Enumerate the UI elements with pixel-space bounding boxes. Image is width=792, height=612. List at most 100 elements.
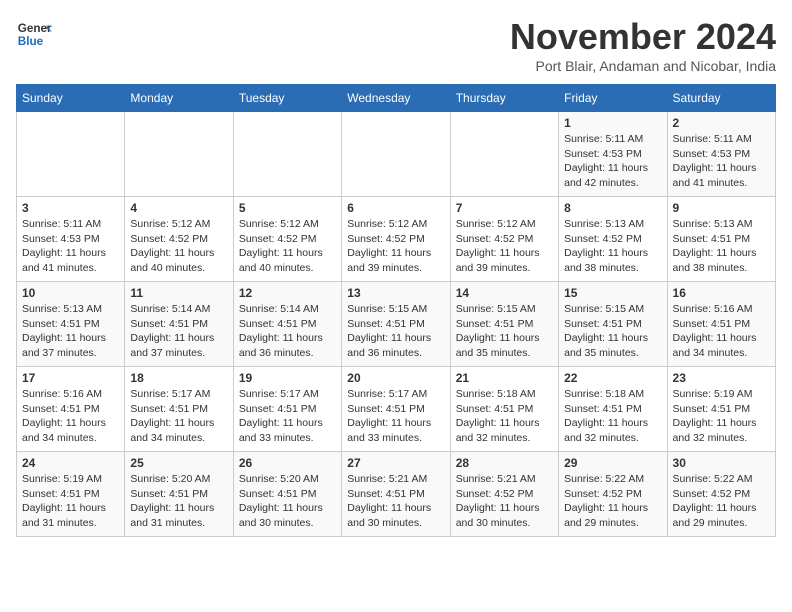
day-info: Sunrise: 5:15 AM Sunset: 4:51 PM Dayligh… xyxy=(564,302,661,361)
day-info: Sunrise: 5:22 AM Sunset: 4:52 PM Dayligh… xyxy=(564,472,661,531)
location-title: Port Blair, Andaman and Nicobar, India xyxy=(510,58,776,74)
day-info: Sunrise: 5:12 AM Sunset: 4:52 PM Dayligh… xyxy=(347,217,444,276)
day-info: Sunrise: 5:13 AM Sunset: 4:51 PM Dayligh… xyxy=(22,302,119,361)
calendar-cell: 11Sunrise: 5:14 AM Sunset: 4:51 PM Dayli… xyxy=(125,282,233,367)
day-info: Sunrise: 5:16 AM Sunset: 4:51 PM Dayligh… xyxy=(673,302,770,361)
calendar-cell: 18Sunrise: 5:17 AM Sunset: 4:51 PM Dayli… xyxy=(125,367,233,452)
calendar-cell: 29 Sunrise: 5:22 AM Sunset: 4:52 PM Dayli… xyxy=(559,452,667,537)
day-info: Sunrise: 5:15 AM Sunset: 4:51 PM Dayligh… xyxy=(456,302,553,361)
weekday-header-saturday: Saturday xyxy=(667,85,775,112)
day-number: 24 xyxy=(22,456,119,470)
calendar-cell: 14 Sunrise: 5:15 AM Sunset: 4:51 PM Dayli… xyxy=(450,282,558,367)
day-number: 17 xyxy=(22,371,119,385)
day-info: Sunrise: 5:17 AM Sunset: 4:51 PM Dayligh… xyxy=(347,387,444,446)
day-info: Sunrise: 5:12 AM Sunset: 4:52 PM Dayligh… xyxy=(130,217,227,276)
svg-text:Blue: Blue xyxy=(18,35,44,48)
day-number: 11 xyxy=(130,286,227,300)
day-number: 27 xyxy=(347,456,444,470)
day-number: 25 xyxy=(130,456,227,470)
day-number: 16 xyxy=(673,286,770,300)
calendar-cell: 30 Sunrise: 5:22 AM Sunset: 4:52 PM Dayli… xyxy=(667,452,775,537)
calendar-cell: 21 Sunrise: 5:18 AM Sunset: 4:51 PM Dayli… xyxy=(450,367,558,452)
day-info: Sunrise: 5:17 AM Sunset: 4:51 PM Dayligh… xyxy=(130,387,227,446)
day-number: 4 xyxy=(130,201,227,215)
day-info: Sunrise: 5:16 AM Sunset: 4:51 PM Dayligh… xyxy=(22,387,119,446)
calendar-cell: 4 Sunrise: 5:12 AM Sunset: 4:52 PM Daylig… xyxy=(125,197,233,282)
day-number: 29 xyxy=(564,456,661,470)
calendar-cell: 10 Sunrise: 5:13 AM Sunset: 4:51 PM Dayli… xyxy=(17,282,125,367)
calendar-cell xyxy=(125,112,233,197)
calendar-cell: 19Sunrise: 5:17 AM Sunset: 4:51 PM Dayli… xyxy=(233,367,341,452)
weekday-header-tuesday: Tuesday xyxy=(233,85,341,112)
calendar-cell: 7 Sunrise: 5:12 AM Sunset: 4:52 PM Daylig… xyxy=(450,197,558,282)
calendar-week-row: 3Sunrise: 5:11 AM Sunset: 4:53 PM Daylig… xyxy=(17,197,776,282)
calendar-cell: 27 Sunrise: 5:21 AM Sunset: 4:51 PM Dayli… xyxy=(342,452,450,537)
day-number: 15 xyxy=(564,286,661,300)
weekday-header-monday: Monday xyxy=(125,85,233,112)
calendar-cell: 12Sunrise: 5:14 AM Sunset: 4:51 PM Dayli… xyxy=(233,282,341,367)
calendar-cell: 15 Sunrise: 5:15 AM Sunset: 4:51 PM Dayli… xyxy=(559,282,667,367)
calendar-week-row: 10 Sunrise: 5:13 AM Sunset: 4:51 PM Dayli… xyxy=(17,282,776,367)
day-number: 6 xyxy=(347,201,444,215)
calendar-cell: 23 Sunrise: 5:19 AM Sunset: 4:51 PM Dayli… xyxy=(667,367,775,452)
day-info: Sunrise: 5:21 AM Sunset: 4:51 PM Dayligh… xyxy=(347,472,444,531)
day-info: Sunrise: 5:18 AM Sunset: 4:51 PM Dayligh… xyxy=(456,387,553,446)
weekday-header-sunday: Sunday xyxy=(17,85,125,112)
calendar-cell: 28Sunrise: 5:21 AM Sunset: 4:52 PM Dayli… xyxy=(450,452,558,537)
day-info: Sunrise: 5:12 AM Sunset: 4:52 PM Dayligh… xyxy=(239,217,336,276)
calendar-cell: 3Sunrise: 5:11 AM Sunset: 4:53 PM Daylig… xyxy=(17,197,125,282)
calendar-cell: 1 Sunrise: 5:11 AM Sunset: 4:53 PM Daylig… xyxy=(559,112,667,197)
calendar-cell: 22Sunrise: 5:18 AM Sunset: 4:51 PM Dayli… xyxy=(559,367,667,452)
calendar-cell: 8 Sunrise: 5:13 AM Sunset: 4:52 PM Daylig… xyxy=(559,197,667,282)
day-info: Sunrise: 5:11 AM Sunset: 4:53 PM Dayligh… xyxy=(22,217,119,276)
calendar-week-row: 17 Sunrise: 5:16 AM Sunset: 4:51 PM Dayli… xyxy=(17,367,776,452)
calendar-cell: 26Sunrise: 5:20 AM Sunset: 4:51 PM Dayli… xyxy=(233,452,341,537)
calendar-cell xyxy=(342,112,450,197)
header: General Blue November 2024 Port Blair, A… xyxy=(16,16,776,74)
day-number: 14 xyxy=(456,286,553,300)
day-number: 7 xyxy=(456,201,553,215)
day-number: 10 xyxy=(22,286,119,300)
calendar-week-row: 1 Sunrise: 5:11 AM Sunset: 4:53 PM Daylig… xyxy=(17,112,776,197)
day-number: 23 xyxy=(673,371,770,385)
day-number: 9 xyxy=(673,201,770,215)
logo: General Blue xyxy=(16,16,56,52)
day-info: Sunrise: 5:17 AM Sunset: 4:51 PM Dayligh… xyxy=(239,387,336,446)
day-number: 5 xyxy=(239,201,336,215)
calendar-table: SundayMondayTuesdayWednesdayThursdayFrid… xyxy=(16,84,776,537)
calendar-cell: 25 Sunrise: 5:20 AM Sunset: 4:51 PM Dayli… xyxy=(125,452,233,537)
day-info: Sunrise: 5:15 AM Sunset: 4:51 PM Dayligh… xyxy=(347,302,444,361)
day-number: 30 xyxy=(673,456,770,470)
day-info: Sunrise: 5:18 AM Sunset: 4:51 PM Dayligh… xyxy=(564,387,661,446)
day-info: Sunrise: 5:11 AM Sunset: 4:53 PM Dayligh… xyxy=(564,132,661,191)
day-info: Sunrise: 5:12 AM Sunset: 4:52 PM Dayligh… xyxy=(456,217,553,276)
calendar-cell: 13 Sunrise: 5:15 AM Sunset: 4:51 PM Dayli… xyxy=(342,282,450,367)
calendar-cell xyxy=(17,112,125,197)
day-info: Sunrise: 5:22 AM Sunset: 4:52 PM Dayligh… xyxy=(673,472,770,531)
title-area: November 2024 Port Blair, Andaman and Ni… xyxy=(510,16,776,74)
day-info: Sunrise: 5:13 AM Sunset: 4:52 PM Dayligh… xyxy=(564,217,661,276)
day-info: Sunrise: 5:19 AM Sunset: 4:51 PM Dayligh… xyxy=(22,472,119,531)
day-number: 28 xyxy=(456,456,553,470)
calendar-cell: 24 Sunrise: 5:19 AM Sunset: 4:51 PM Dayli… xyxy=(17,452,125,537)
calendar-cell: 16 Sunrise: 5:16 AM Sunset: 4:51 PM Dayli… xyxy=(667,282,775,367)
calendar-cell: 6 Sunrise: 5:12 AM Sunset: 4:52 PM Daylig… xyxy=(342,197,450,282)
day-number: 20 xyxy=(347,371,444,385)
calendar-cell: 17 Sunrise: 5:16 AM Sunset: 4:51 PM Dayli… xyxy=(17,367,125,452)
day-number: 12 xyxy=(239,286,336,300)
day-info: Sunrise: 5:20 AM Sunset: 4:51 PM Dayligh… xyxy=(239,472,336,531)
day-number: 21 xyxy=(456,371,553,385)
day-number: 13 xyxy=(347,286,444,300)
weekday-header-wednesday: Wednesday xyxy=(342,85,450,112)
calendar-cell xyxy=(233,112,341,197)
day-info: Sunrise: 5:11 AM Sunset: 4:53 PM Dayligh… xyxy=(673,132,770,191)
day-info: Sunrise: 5:13 AM Sunset: 4:51 PM Dayligh… xyxy=(673,217,770,276)
calendar-cell: 9 Sunrise: 5:13 AM Sunset: 4:51 PM Daylig… xyxy=(667,197,775,282)
calendar-cell: 2Sunrise: 5:11 AM Sunset: 4:53 PM Daylig… xyxy=(667,112,775,197)
day-info: Sunrise: 5:19 AM Sunset: 4:51 PM Dayligh… xyxy=(673,387,770,446)
day-number: 1 xyxy=(564,116,661,130)
day-number: 8 xyxy=(564,201,661,215)
weekday-header-friday: Friday xyxy=(559,85,667,112)
day-info: Sunrise: 5:20 AM Sunset: 4:51 PM Dayligh… xyxy=(130,472,227,531)
weekday-header-thursday: Thursday xyxy=(450,85,558,112)
